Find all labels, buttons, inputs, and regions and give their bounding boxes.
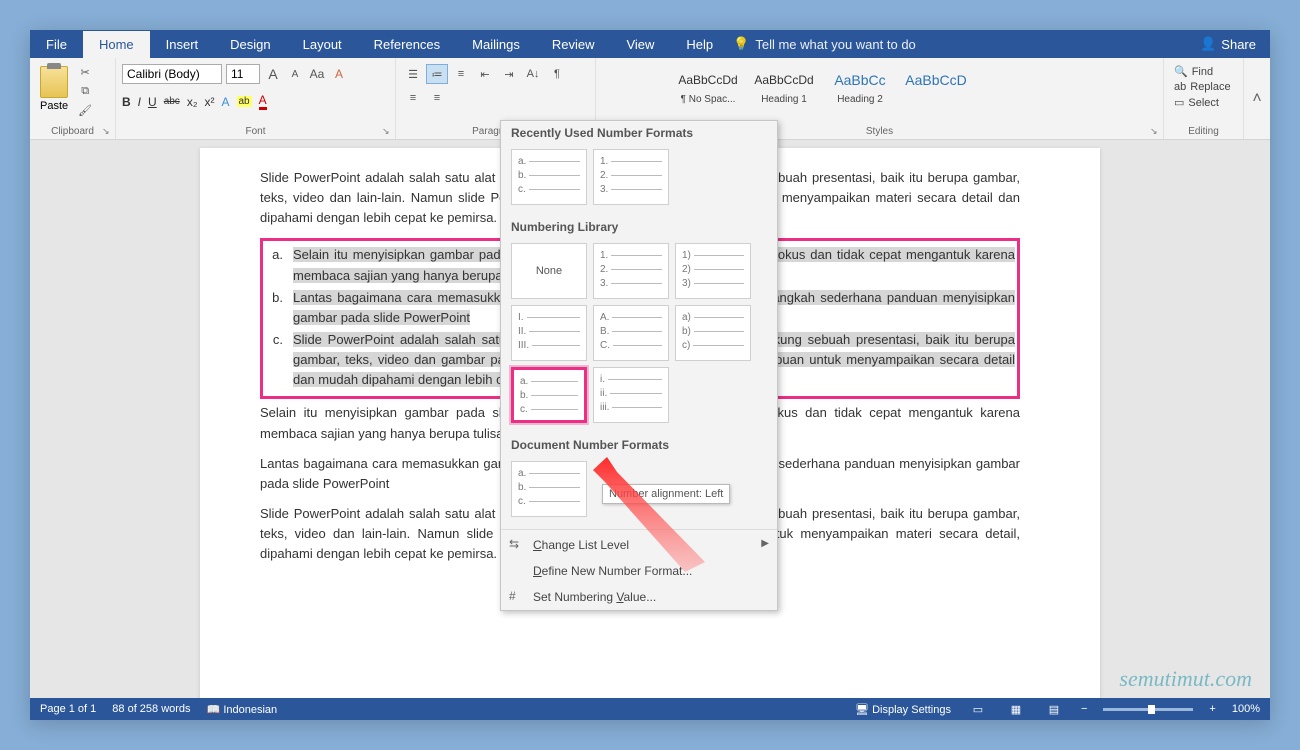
- find-button[interactable]: 🔍Find: [1170, 64, 1217, 79]
- paste-button[interactable]: Paste: [36, 64, 72, 114]
- tab-layout[interactable]: Layout: [287, 31, 358, 58]
- format-num-dot[interactable]: 1. 2. 3.: [593, 243, 669, 299]
- bold-button[interactable]: B: [122, 95, 131, 109]
- dropdown-section-recent: Recently Used Number Formats: [501, 121, 777, 145]
- find-icon: 🔍: [1174, 65, 1188, 78]
- format-painter-button[interactable]: 🖌: [76, 104, 94, 120]
- style-no-spacing[interactable]: AaBbCcDd ¶ No Spac...: [672, 64, 744, 107]
- watermark: semutimut.com: [1119, 666, 1252, 692]
- italic-button[interactable]: I: [138, 95, 141, 109]
- tab-review[interactable]: Review: [536, 31, 611, 58]
- format-none[interactable]: None: [511, 243, 587, 299]
- numbering-button[interactable]: ≔: [426, 64, 448, 84]
- font-group-label: Font: [116, 123, 395, 139]
- tab-design[interactable]: Design: [214, 31, 286, 58]
- word-count[interactable]: 88 of 258 words: [112, 703, 190, 715]
- bulb-icon: 💡: [733, 36, 749, 52]
- format-roman-upper[interactable]: I. II. III.: [511, 305, 587, 361]
- select-icon: ▭: [1174, 96, 1184, 109]
- shrink-font-button[interactable]: A: [286, 65, 304, 83]
- tab-view[interactable]: View: [610, 31, 670, 58]
- underline-button[interactable]: U: [148, 95, 157, 109]
- format-num-dot[interactable]: 1. 2. 3.: [593, 149, 669, 205]
- tab-insert[interactable]: Insert: [150, 31, 215, 58]
- change-level-icon: ⇆: [509, 537, 525, 553]
- tab-help[interactable]: Help: [670, 31, 729, 58]
- superscript-button[interactable]: x²: [204, 95, 214, 109]
- change-list-level-menu[interactable]: ⇆ Change List Level ▶: [501, 532, 777, 558]
- share-icon: 👤: [1200, 36, 1216, 52]
- format-abc-dot-selected[interactable]: a. b. c.: [511, 367, 587, 423]
- format-abc-dot[interactable]: a. b. c.: [511, 149, 587, 205]
- format-roman-lower[interactable]: i. ii. iii.: [593, 367, 669, 423]
- tab-mailings[interactable]: Mailings: [456, 31, 536, 58]
- tab-home[interactable]: Home: [83, 31, 150, 58]
- zoom-out-button[interactable]: −: [1081, 703, 1087, 715]
- align-left-button[interactable]: ≡: [402, 88, 424, 108]
- numbering-dropdown: Recently Used Number Formats a. b. c. 1.…: [500, 120, 778, 611]
- font-color-button[interactable]: A: [259, 93, 267, 110]
- highlight-button[interactable]: ab: [237, 96, 252, 107]
- font-size-combo[interactable]: [226, 64, 260, 84]
- set-numbering-value-menu[interactable]: # Set Numbering Value...: [501, 584, 777, 610]
- tooltip: Number alignment: Left: [602, 484, 730, 504]
- collapse-ribbon-button[interactable]: ˄: [1244, 58, 1270, 139]
- tab-references[interactable]: References: [358, 31, 456, 58]
- subscript-button[interactable]: x₂: [187, 95, 198, 109]
- align-center-button[interactable]: ≡: [426, 88, 448, 108]
- zoom-slider[interactable]: [1103, 708, 1193, 711]
- font-name-combo[interactable]: [122, 64, 222, 84]
- multilevel-list-button[interactable]: ≡: [450, 64, 472, 84]
- web-layout-button[interactable]: ▤: [1043, 701, 1065, 717]
- clipboard-dialog-launcher[interactable]: ↘: [102, 126, 113, 137]
- sort-button[interactable]: A↓: [522, 64, 544, 84]
- define-new-number-format-menu[interactable]: Define New Number Format...: [501, 558, 777, 584]
- zoom-level[interactable]: 100%: [1232, 703, 1260, 715]
- text-effects-button[interactable]: A: [221, 95, 229, 109]
- set-value-icon: #: [509, 589, 525, 605]
- tell-me-search[interactable]: 💡 Tell me what you want to do: [733, 36, 916, 52]
- change-case-button[interactable]: Aa: [308, 65, 326, 83]
- page-count[interactable]: Page 1 of 1: [40, 703, 96, 715]
- style-heading1[interactable]: AaBbCcDd Heading 1: [748, 64, 820, 107]
- cut-button[interactable]: ✂: [76, 66, 94, 82]
- clipboard-icon: [40, 66, 68, 98]
- format-num-paren[interactable]: 1) 2) 3): [675, 243, 751, 299]
- replace-icon: ab: [1174, 81, 1186, 93]
- language-status[interactable]: 📖 Indonesian: [207, 703, 278, 716]
- replace-button[interactable]: abReplace: [1170, 80, 1235, 94]
- bullets-button[interactable]: ☰: [402, 64, 424, 84]
- decrease-indent-button[interactable]: ⇤: [474, 64, 496, 84]
- select-button[interactable]: ▭Select: [1170, 95, 1223, 110]
- increase-indent-button[interactable]: ⇥: [498, 64, 520, 84]
- font-dialog-launcher[interactable]: ↘: [382, 126, 393, 137]
- ribbon-tabs: File Home Insert Design Layout Reference…: [30, 30, 1270, 58]
- grow-font-button[interactable]: A: [264, 65, 282, 83]
- submenu-arrow-icon: ▶: [761, 538, 769, 549]
- share-button[interactable]: 👤 Share: [1186, 30, 1270, 58]
- print-layout-button[interactable]: ▦: [1005, 701, 1027, 717]
- clear-formatting-button[interactable]: A: [330, 65, 348, 83]
- copy-button[interactable]: ⧉: [76, 85, 94, 101]
- display-settings-button[interactable]: 🖥 Display Settings: [855, 703, 951, 716]
- styles-dialog-launcher[interactable]: ↘: [1150, 126, 1161, 137]
- format-abc-dot-doc[interactable]: a. b. c.: [511, 461, 587, 517]
- format-ABC-dot[interactable]: A. B. C.: [593, 305, 669, 361]
- dropdown-section-doc: Document Number Formats: [501, 433, 777, 457]
- editing-group-label: Editing: [1164, 123, 1243, 139]
- strikethrough-button[interactable]: abc: [164, 96, 180, 107]
- format-abc-paren[interactable]: a) b) c): [675, 305, 751, 361]
- style-heading2[interactable]: AaBbCc Heading 2: [824, 64, 896, 107]
- show-hide-button[interactable]: ¶: [546, 64, 568, 84]
- dropdown-section-library: Numbering Library: [501, 215, 777, 239]
- zoom-in-button[interactable]: +: [1209, 703, 1215, 715]
- style-more[interactable]: AaBbCcD: [900, 64, 972, 96]
- status-bar: Page 1 of 1 88 of 258 words 📖 Indonesian…: [30, 698, 1270, 720]
- read-mode-button[interactable]: ▭: [967, 701, 989, 717]
- tab-file[interactable]: File: [30, 31, 83, 58]
